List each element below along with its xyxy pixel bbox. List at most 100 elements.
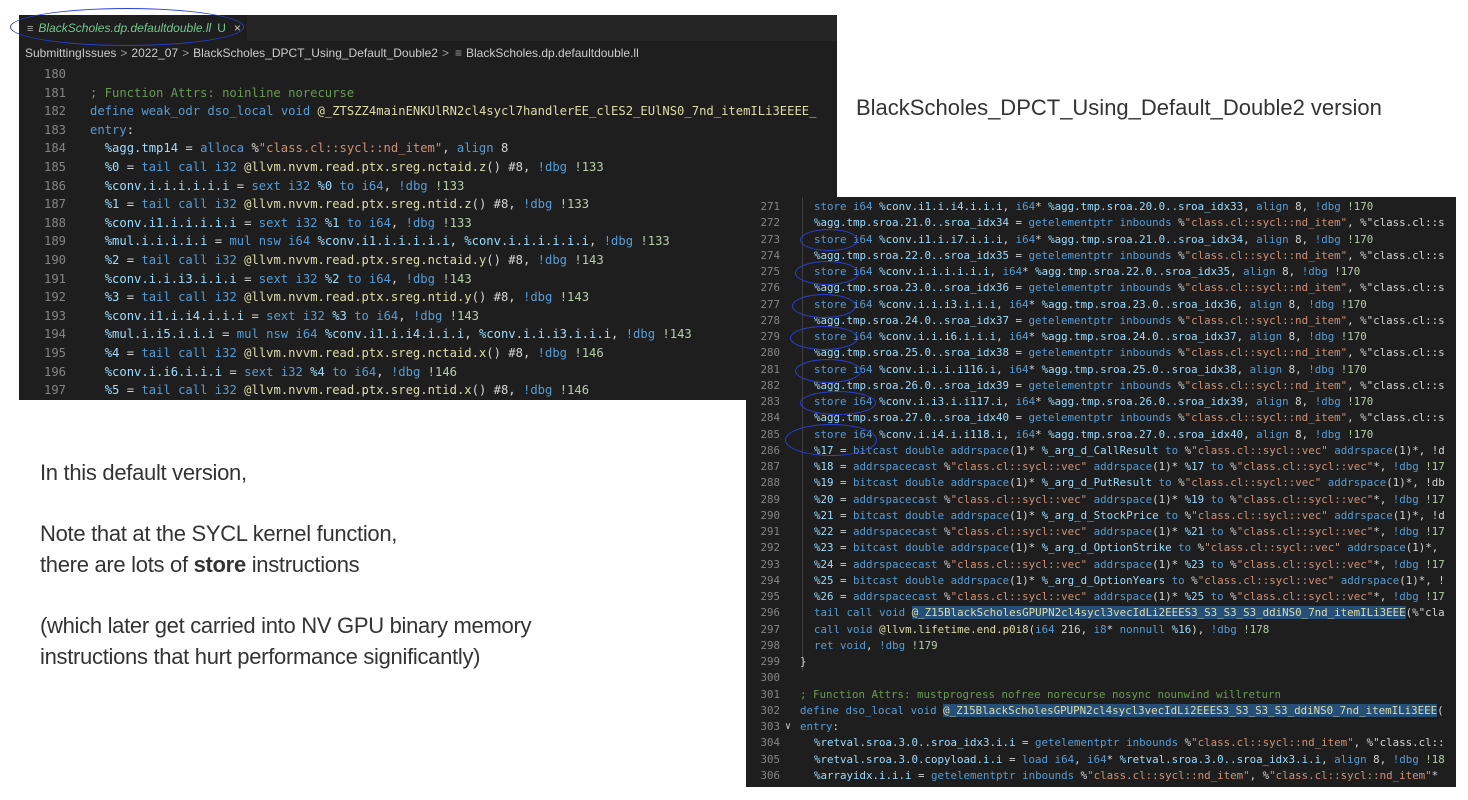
breadcrumb-item[interactable]: 2022_07 <box>131 46 178 60</box>
line-number: 183 <box>43 122 66 137</box>
line-number: 197 <box>43 383 66 398</box>
line-number: 271 <box>760 200 780 213</box>
code-text: entry: <box>800 720 840 733</box>
code-line: 189 %mul.i.i.i.i.i = mul nsw i64 %conv.i… <box>19 232 837 251</box>
code-text: %agg.tmp.sroa.26.0..sroa_idx39 = getelem… <box>814 378 1445 392</box>
line-number: 284 <box>760 411 780 425</box>
code-text: store i64 %conv.i1.i.i4.i.i.i, i64* %agg… <box>814 200 1374 213</box>
line-number: 274 <box>760 248 780 262</box>
code-text: %4 = tail call i32 @llvm.nvvm.read.ptx.s… <box>104 345 604 360</box>
editor-bottom: 271 store i64 %conv.i1.i.i4.i.i.i, i64* %… <box>746 197 1456 787</box>
code-line: 183 entry: <box>19 121 837 140</box>
line-number: 294 <box>760 573 780 587</box>
code-line: 190 %2 = tail call i32 @llvm.nvvm.read.p… <box>19 251 837 270</box>
code-line: 276 %agg.tmp.sroa.23.0..sroa_idx36 = gete… <box>746 280 1456 296</box>
code-line: 196 %conv.i.i6.i.i.i = sext i32 %4 to i6… <box>19 363 837 382</box>
code-line: 292 %23 = bitcast double addrspace(1)* %_… <box>746 540 1456 556</box>
code-text: ; Function Attrs: mustprogress nofree no… <box>800 687 1282 701</box>
code-text: %26 = addrspacecast %"class.cl::sycl::ve… <box>814 590 1445 603</box>
code-area[interactable]: 271 store i64 %conv.i1.i.i4.i.i.i, i64* %… <box>746 199 1456 784</box>
line-number: 299 <box>760 655 780 668</box>
code-line: 280 %agg.tmp.sroa.25.0..sroa_idx38 = gete… <box>746 345 1456 361</box>
code-line: 195 %4 = tail call i32 @llvm.nvvm.read.p… <box>19 344 837 363</box>
line-number: 275 <box>760 265 780 278</box>
code-line: 191 %conv.i.i.i3.i.i.i = sext i32 %2 to … <box>19 270 837 289</box>
line-number: 189 <box>43 234 66 249</box>
code-line: 303 ∨ entry: <box>746 719 1456 735</box>
code-line: 286 %17 = bitcast double addrspace(1)* %_… <box>746 443 1456 459</box>
code-text: %retval.sroa.3.0..sroa_idx3.i.i = getele… <box>814 736 1445 750</box>
line-number: 185 <box>43 159 66 174</box>
line-number: 285 <box>760 427 780 441</box>
file-icon: ≡ <box>454 46 462 60</box>
code-text: %agg.tmp14 = alloca %"class.cl::sycl::nd… <box>104 141 509 156</box>
line-number: 272 <box>760 216 780 230</box>
chevron-down-icon[interactable]: ∨ <box>785 719 791 735</box>
code-text: %mul.i.i5.i.i.i = mul nsw i64 %conv.i1.i… <box>104 327 692 342</box>
line-number: 287 <box>760 460 780 473</box>
code-line: 182 define weak_odr dso_local void @_ZTSZ… <box>19 102 837 121</box>
code-line: 301 ; Function Attrs: mustprogress nofree… <box>746 687 1456 703</box>
code-text: store i64 %conv.i.i4.i.i118.i, i64* %agg… <box>814 427 1374 441</box>
code-line: 291 %22 = addrspacecast %"class.cl::sycl:… <box>746 524 1456 540</box>
code-line: 289 %20 = addrspacecast %"class.cl::sycl:… <box>746 492 1456 508</box>
description-line: In this default version, <box>40 460 247 485</box>
line-number: 190 <box>43 252 66 267</box>
line-number: 186 <box>43 178 66 193</box>
line-number: 297 <box>760 622 780 636</box>
line-number: 279 <box>760 330 780 343</box>
description-bold: store <box>193 552 247 577</box>
code-line: 296 tail call void @_Z15BlackScholesGPUPN… <box>746 605 1456 621</box>
line-number: 291 <box>760 525 780 538</box>
tab-blackscholes-ll[interactable]: ≡ BlackScholes.dp.defaultdouble.ll U × <box>19 15 247 41</box>
code-line: 192 %3 = tail call i32 @llvm.nvvm.read.p… <box>19 288 837 307</box>
code-line: 282 %agg.tmp.sroa.26.0..sroa_idx39 = gete… <box>746 378 1456 394</box>
code-text: %agg.tmp.sroa.27.0..sroa_idx40 = getelem… <box>814 411 1445 425</box>
code-text: entry: <box>90 122 135 137</box>
code-text: ret void, !dbg !179 <box>814 638 938 652</box>
chevron-right-icon: > <box>182 46 190 60</box>
code-line: 297 call void @llvm.lifetime.end.p0i8(i64… <box>746 622 1456 638</box>
code-text: } <box>800 655 807 668</box>
description-line: Note that at the SYCL kernel function, <box>40 521 398 546</box>
code-text: %22 = addrspacecast %"class.cl::sycl::ve… <box>814 525 1445 538</box>
line-number: 188 <box>43 215 66 230</box>
breadcrumb-item[interactable]: BlackScholes_DPCT_Using_Default_Double2 <box>193 46 438 60</box>
code-line: 302 define dso_local void @_Z15BlackSchol… <box>746 703 1456 719</box>
editor-top: ≡ BlackScholes.dp.defaultdouble.ll U × Subm… <box>19 15 837 400</box>
code-line: 181 ; Function Attrs: noinline norecurse <box>19 84 837 103</box>
code-text: store i64 %conv.i1.i.i7.i.i.i, i64* %agg… <box>814 232 1374 246</box>
code-line: 299} <box>746 654 1456 670</box>
code-line: 305 %retval.sroa.3.0.copyload.i.i = load … <box>746 752 1456 768</box>
code-line: 298 ret void, !dbg !179 <box>746 638 1456 654</box>
breadcrumb-item[interactable]: SubmittingIssues <box>25 46 116 60</box>
close-icon[interactable]: × <box>234 21 241 35</box>
line-number: 289 <box>760 492 780 506</box>
line-number: 181 <box>43 85 66 100</box>
code-text: define weak_odr dso_local void @_ZTSZZ4m… <box>90 104 817 119</box>
code-text: define dso_local void @_Z15BlackScholesG… <box>800 703 1444 717</box>
code-text: tail call void @_Z15BlackScholesGPUPN2cl… <box>814 606 1445 620</box>
code-line: 186 %conv.i.i.i.i.i.i = sext i32 %0 to i… <box>19 177 837 196</box>
line-number: 281 <box>760 362 780 376</box>
code-text: %3 = tail call i32 @llvm.nvvm.read.ptx.s… <box>104 290 590 305</box>
chevron-right-icon: > <box>441 46 449 60</box>
code-line: 180 <box>19 65 837 84</box>
tab-filename: BlackScholes.dp.defaultdouble.ll <box>38 21 212 35</box>
line-number: 276 <box>760 281 780 295</box>
line-number: 293 <box>760 557 780 571</box>
version-label: BlackScholes_DPCT_Using_Default_Double2 … <box>856 95 1382 120</box>
line-number: 196 <box>43 364 66 379</box>
line-number: 296 <box>760 606 780 620</box>
code-text: %23 = bitcast double addrspace(1)* %_arg… <box>814 541 1439 555</box>
code-text: store i64 %conv.i.i.i3.i.i.i, i64* %agg.… <box>814 297 1367 311</box>
tab-status: U <box>217 21 226 35</box>
line-number: 305 <box>760 752 780 766</box>
line-number: 301 <box>760 687 780 701</box>
code-text: %0 = tail call i32 @llvm.nvvm.read.ptx.s… <box>104 159 604 174</box>
description-line: (which later get carried into NV GPU bin… <box>40 613 532 638</box>
code-area[interactable]: 180 181 ; Function Attrs: noinline norecur… <box>19 65 837 400</box>
code-text: store i64 %conv.i.i3.i.i117.i, i64* %agg… <box>814 395 1374 408</box>
code-line: 185 %0 = tail call i32 @llvm.nvvm.read.p… <box>19 158 837 177</box>
breadcrumb-item[interactable]: BlackScholes.dp.defaultdouble.ll <box>466 46 639 60</box>
